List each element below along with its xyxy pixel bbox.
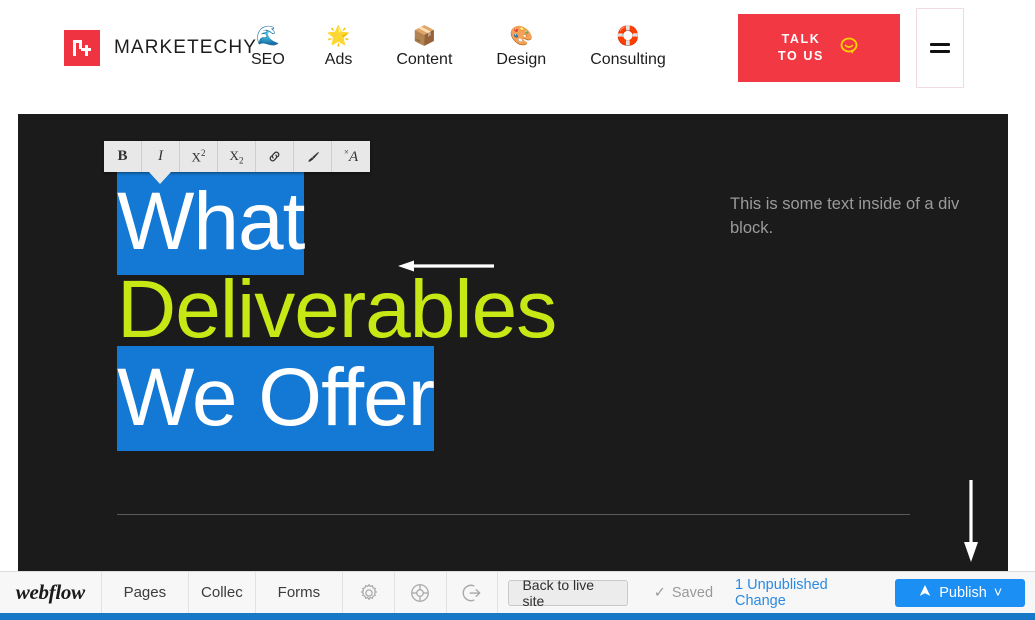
italic-button[interactable]: I: [142, 141, 180, 172]
package-box-icon: 📦: [412, 26, 437, 47]
os-taskbar-strip: [0, 613, 1035, 620]
lifebuoy-icon: 🛟: [616, 26, 640, 47]
site-header: MARKETECHY 🌊 SEO 🌟 Ads 📦 Content 🎨 Desig…: [0, 0, 1035, 96]
tab-forms[interactable]: Forms: [256, 572, 344, 613]
back-to-live-site-button[interactable]: Back to live site: [508, 577, 628, 609]
nav-item-design[interactable]: 🎨 Design: [474, 25, 568, 71]
arrow-to-toolbar-annotation: [398, 260, 494, 272]
check-icon: ✓: [653, 584, 666, 601]
rich-text-toolbar[interactable]: B I X2 X2 ×A: [104, 141, 370, 172]
bar-right-group: Back to live site ✓ Saved 1 Unpublished …: [498, 572, 1035, 613]
clear-formatting-button[interactable]: ×A: [332, 141, 370, 172]
subscript-button[interactable]: X2: [218, 141, 256, 172]
link-icon[interactable]: [256, 141, 294, 172]
nav-label-content: Content: [396, 51, 453, 68]
share-export-icon[interactable]: [447, 572, 499, 613]
design-canvas[interactable]: B I X2 X2 ×A What Deliverables We Offer …: [18, 114, 1008, 571]
nav-item-seo[interactable]: 🌊 SEO: [251, 25, 303, 71]
nav-item-content[interactable]: 📦 Content: [374, 25, 474, 71]
horizontal-divider: [117, 514, 910, 515]
talk-to-us-button[interactable]: TALK TO US: [738, 14, 900, 82]
webflow-bottom-bar: webflow Pages Collec Forms Back to live …: [0, 571, 1035, 613]
cta-line-1: TALK: [781, 32, 821, 46]
saved-status: ✓ Saved: [654, 585, 713, 601]
headline-line-3: We Offer: [117, 346, 757, 451]
publish-button[interactable]: Publish ˅: [895, 578, 1025, 607]
brand[interactable]: MARKETECHY: [64, 30, 257, 66]
main-nav: 🌊 SEO 🌟 Ads 📦 Content 🎨 Design 🛟 Consult…: [251, 25, 688, 71]
nav-label-consulting: Consulting: [590, 51, 666, 68]
hamburger-menu-button[interactable]: [916, 8, 964, 88]
artist-palette-icon: 🎨: [509, 26, 534, 47]
tab-pages[interactable]: Pages: [102, 572, 190, 613]
nav-label-design: Design: [496, 51, 547, 68]
headline-line-2: Deliverables: [117, 264, 557, 355]
hamburger-menu-icon: [930, 41, 950, 55]
paintbrush-icon[interactable]: [294, 141, 332, 172]
nav-item-ads[interactable]: 🌟 Ads: [303, 25, 375, 71]
bold-button[interactable]: B: [104, 141, 142, 172]
publish-label: Publish: [939, 584, 987, 601]
arrow-to-bottom-right-annotation: [964, 480, 978, 562]
nav-label-seo: SEO: [250, 51, 285, 68]
superscript-button[interactable]: X2: [180, 141, 218, 172]
toolbar-caret: [149, 172, 171, 184]
sparkle-star-icon: 🌟: [326, 26, 351, 47]
tab-collections[interactable]: Collec: [189, 572, 256, 613]
settings-gear-icon[interactable]: [343, 572, 395, 613]
webflow-logo[interactable]: webflow: [0, 572, 102, 613]
brand-name: MARKETECHY: [114, 37, 257, 58]
webflow-rocket-icon: [918, 584, 932, 602]
marketechy-monogram-logo: [64, 30, 100, 66]
cta-line-2: TO US: [778, 49, 824, 63]
nav-label-ads: Ads: [324, 51, 353, 68]
headline-line-1: What: [117, 170, 757, 275]
designer-screen: MARKETECHY 🌊 SEO 🌟 Ads 📦 Content 🎨 Desig…: [0, 0, 1035, 620]
wave-icon: 🌊: [256, 26, 280, 47]
cta-text: TALK TO US: [778, 31, 824, 65]
headline-line-3-text: We Offer: [117, 346, 435, 451]
chevron-down-icon: ˅: [993, 584, 1003, 601]
nav-item-consulting[interactable]: 🛟 Consulting: [568, 25, 688, 71]
unpublished-changes-link[interactable]: 1 Unpublished Change: [735, 577, 873, 609]
help-lifebuoy-icon[interactable]: [395, 572, 447, 613]
headline-line-1-text: What: [117, 170, 305, 275]
saved-label: Saved: [671, 584, 714, 601]
div-block-text[interactable]: This is some text inside of a div block.: [730, 192, 960, 240]
headline[interactable]: What Deliverables We Offer: [117, 170, 757, 451]
speech-bubble-icon: [838, 35, 860, 61]
